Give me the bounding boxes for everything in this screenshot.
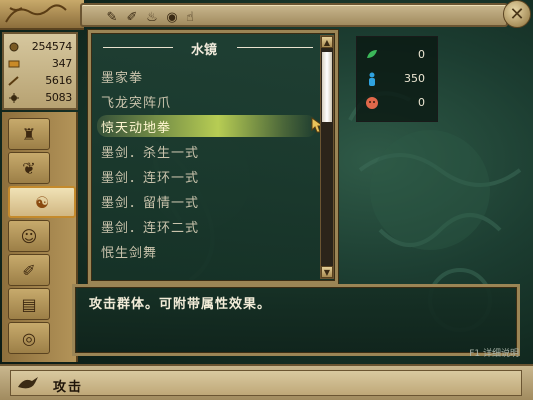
title-divider: [237, 47, 313, 48]
resource-row: 5616: [4, 72, 76, 89]
cost-value: 0: [418, 48, 425, 61]
bag-tab[interactable]: ♜: [8, 118, 50, 150]
sword-icon: [7, 75, 21, 87]
cost-value: 350: [404, 72, 425, 85]
resource-panel: 254574 347 5616 5083: [2, 32, 78, 110]
resource-row: 347: [4, 55, 76, 72]
list-scrollbar[interactable]: ▲ ▼: [320, 35, 334, 279]
bell-icon[interactable]: ♨: [144, 9, 160, 25]
corner-ornament: [0, 0, 84, 30]
skill-list-panel: 水镜 墨家拳 飞龙突阵爪 惊天动地拳 墨剑．杀生一式 墨剑．连环一式 墨剑．留情…: [88, 30, 338, 284]
yinyang-icon: ☯: [34, 192, 50, 212]
leaf-icon: ❦: [22, 158, 36, 178]
coin-icon[interactable]: ◉: [164, 9, 180, 25]
description-box: 攻击群体。可附带属性效果。: [72, 284, 520, 356]
book-icon: ▤: [21, 294, 37, 314]
scroll-thumb[interactable]: [322, 52, 332, 122]
resource-value: 5083: [45, 91, 72, 104]
close-icon: ✕: [509, 3, 525, 25]
cost-panel: 0 350 0: [356, 36, 438, 122]
skill-item[interactable]: 墨剑．杀生一式: [101, 142, 199, 161]
resource-row: 254574: [4, 38, 76, 55]
top-toolbar: ✎ ✐ ♨ ◉ ☝: [80, 3, 508, 27]
resource-row: 5083: [4, 89, 76, 106]
coin-icon: [7, 41, 21, 53]
figure-icon: [369, 72, 375, 86]
book-tab[interactable]: ▤: [8, 288, 50, 320]
leaf-icon: [367, 50, 377, 58]
sun-icon: [7, 92, 21, 104]
hand-icon[interactable]: ☝: [182, 9, 198, 25]
skill-item[interactable]: 怋生剑舞: [101, 242, 157, 261]
brush-icon[interactable]: ✐: [124, 9, 140, 25]
bar-icon: [7, 58, 21, 70]
scroll-icon[interactable]: ✎: [104, 9, 120, 25]
scroll-up-button[interactable]: ▲: [321, 36, 333, 48]
arrow-up-icon: ▲: [323, 37, 331, 47]
game-screen: ✎ ✐ ♨ ◉ ☝ ✕ 254574 347 5616 5083 ♜ ❦ ☯ ☺…: [0, 0, 533, 400]
cost-row: 350: [357, 69, 439, 89]
skill-item[interactable]: 飞龙突阵爪: [101, 92, 171, 111]
bird-icon: [18, 377, 38, 389]
bottom-bar: 攻击: [0, 364, 533, 400]
action-label: 攻击: [53, 380, 84, 395]
close-button[interactable]: ✕: [503, 0, 531, 28]
resource-value: 254574: [31, 40, 73, 53]
seal-icon: ◎: [22, 328, 36, 348]
skill-item[interactable]: 墨剑．连环一式: [101, 167, 199, 186]
skill-item[interactable]: 墨家拳: [101, 67, 143, 86]
cost-value: 0: [418, 96, 425, 109]
skill-item[interactable]: 墨剑．留情一式: [101, 192, 199, 211]
mask-icon: [366, 97, 378, 109]
help-hint: F1 详细说明: [469, 349, 519, 359]
category-tabs: ♜ ❦ ☯ ☺ ✐ ▤ ◎: [2, 112, 78, 362]
skill-description: 攻击群体。可附带属性效果。: [89, 297, 272, 312]
bag-icon: ♜: [21, 124, 37, 144]
skill-item-selected[interactable]: 惊天动地拳: [101, 117, 171, 136]
resource-value: 347: [51, 57, 72, 70]
yinyang-tab[interactable]: ☯: [8, 186, 76, 218]
scroll-down-button[interactable]: ▼: [321, 266, 333, 278]
cost-row: 0: [357, 45, 439, 65]
action-strip: 攻击: [10, 370, 522, 396]
mask-tab[interactable]: ☺: [8, 220, 50, 252]
resource-value: 5616: [45, 74, 72, 87]
seal-tab[interactable]: ◎: [8, 322, 50, 354]
cost-row: 0: [357, 93, 439, 113]
arrow-down-icon: ▼: [323, 267, 331, 277]
leaf-tab[interactable]: ❦: [8, 152, 50, 184]
tools-tab[interactable]: ✐: [8, 254, 50, 286]
list-title: 水镜: [190, 43, 217, 58]
tools-icon: ✐: [22, 260, 36, 280]
skill-item[interactable]: 墨剑．连环二式: [101, 217, 199, 236]
mask-icon: ☺: [20, 226, 38, 246]
